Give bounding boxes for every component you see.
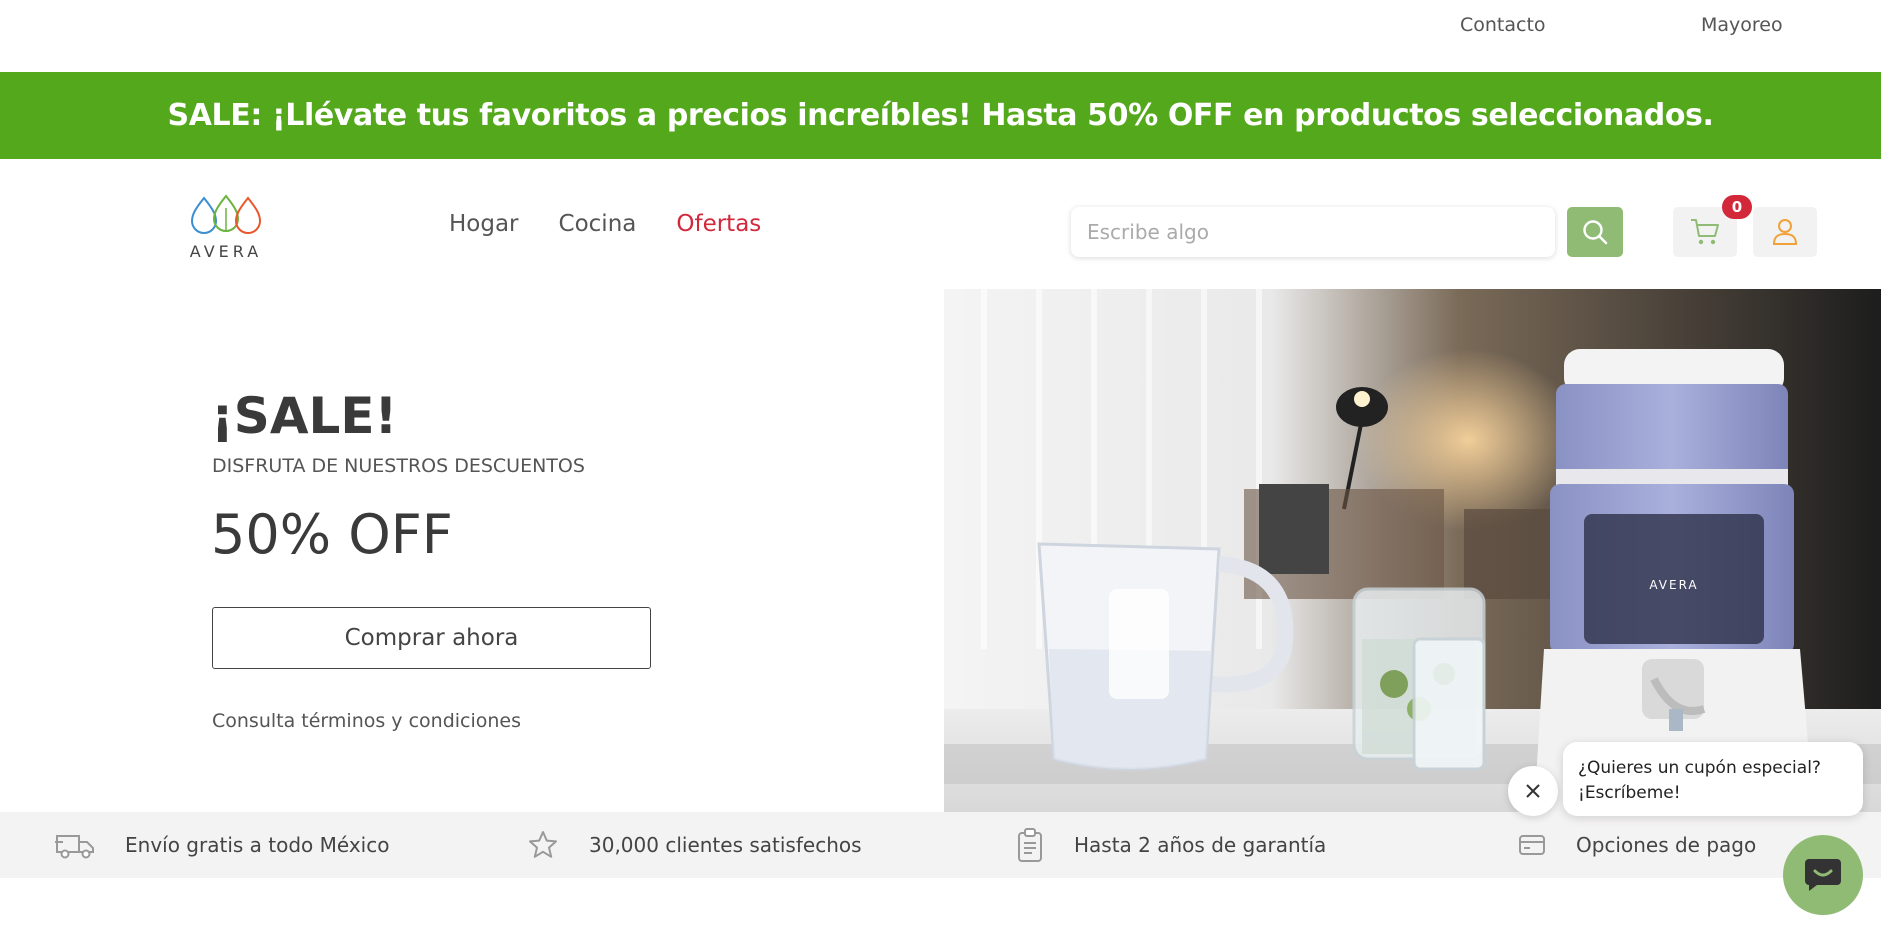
cart-count-badge: 0	[1722, 195, 1752, 219]
cart-icon	[1691, 219, 1719, 245]
features-bar: Envío gratis a todo México 30,000 client…	[0, 812, 1881, 878]
logo-drops-icon	[190, 194, 262, 234]
card-icon	[1518, 833, 1546, 857]
search-button[interactable]	[1567, 207, 1623, 257]
brand-name: AVERA	[189, 242, 263, 261]
feature-label: Envío gratis a todo México	[125, 833, 390, 857]
nav-cocina[interactable]: Cocina	[559, 211, 637, 237]
brand-logo[interactable]: AVERA	[186, 194, 266, 274]
user-icon	[1772, 219, 1798, 245]
feature-customers: 30,000 clientes satisfechos	[527, 812, 862, 878]
star-icon	[527, 829, 559, 861]
feature-payment: Opciones de pago	[1518, 812, 1756, 878]
terms-link[interactable]: Consulta términos y condiciones	[212, 710, 521, 732]
chat-prompt-bubble[interactable]: ¿Quieres un cupón especial? ¡Escríbeme!	[1563, 742, 1863, 816]
close-icon	[1526, 784, 1540, 798]
feature-warranty: Hasta 2 años de garantía	[1016, 812, 1326, 878]
truck-icon	[55, 830, 95, 860]
mayoreo-link[interactable]: Mayoreo	[1701, 14, 1783, 36]
account-button[interactable]	[1753, 207, 1817, 257]
buy-now-button[interactable]: Comprar ahora	[212, 607, 651, 669]
hero-discount: 50% OFF	[211, 503, 453, 566]
contacto-link[interactable]: Contacto	[1460, 14, 1546, 36]
hero-subtitle: DISFRUTA DE NUESTROS DESCUENTOS	[212, 455, 585, 477]
nav-hogar[interactable]: Hogar	[449, 211, 519, 237]
chat-icon	[1805, 859, 1841, 891]
chat-close-button[interactable]	[1508, 766, 1558, 816]
chat-launcher-button[interactable]	[1783, 835, 1863, 915]
chat-line-2: ¡Escríbeme!	[1578, 783, 1681, 803]
dispenser-brand: AVERA	[1649, 578, 1698, 592]
feature-label: Opciones de pago	[1576, 833, 1757, 857]
promo-banner[interactable]: SALE: ¡Llévate tus favoritos a precios i…	[0, 72, 1881, 159]
main-nav: Hogar Cocina Ofertas	[449, 211, 761, 237]
hero-product-image[interactable]: AVERA	[944, 289, 1881, 812]
feature-shipping: Envío gratis a todo México	[55, 812, 389, 878]
clipboard-icon	[1016, 827, 1044, 863]
hero-section: ¡SALE! DISFRUTA DE NUESTROS DESCUENTOS 5…	[0, 289, 944, 812]
top-bar: Contacto Mayoreo	[0, 0, 1881, 72]
search-icon	[1583, 220, 1608, 245]
nav-ofertas[interactable]: Ofertas	[676, 211, 761, 237]
promo-text: SALE: ¡Llévate tus favoritos a precios i…	[167, 98, 1714, 133]
site-header: AVERA Hogar Cocina Ofertas 0	[0, 159, 1881, 289]
search-input[interactable]	[1071, 207, 1555, 257]
hero-title: ¡SALE!	[211, 387, 398, 445]
feature-label: Hasta 2 años de garantía	[1074, 833, 1327, 857]
feature-label: 30,000 clientes satisfechos	[589, 833, 862, 857]
chat-line-1: ¿Quieres un cupón especial?	[1578, 758, 1821, 778]
